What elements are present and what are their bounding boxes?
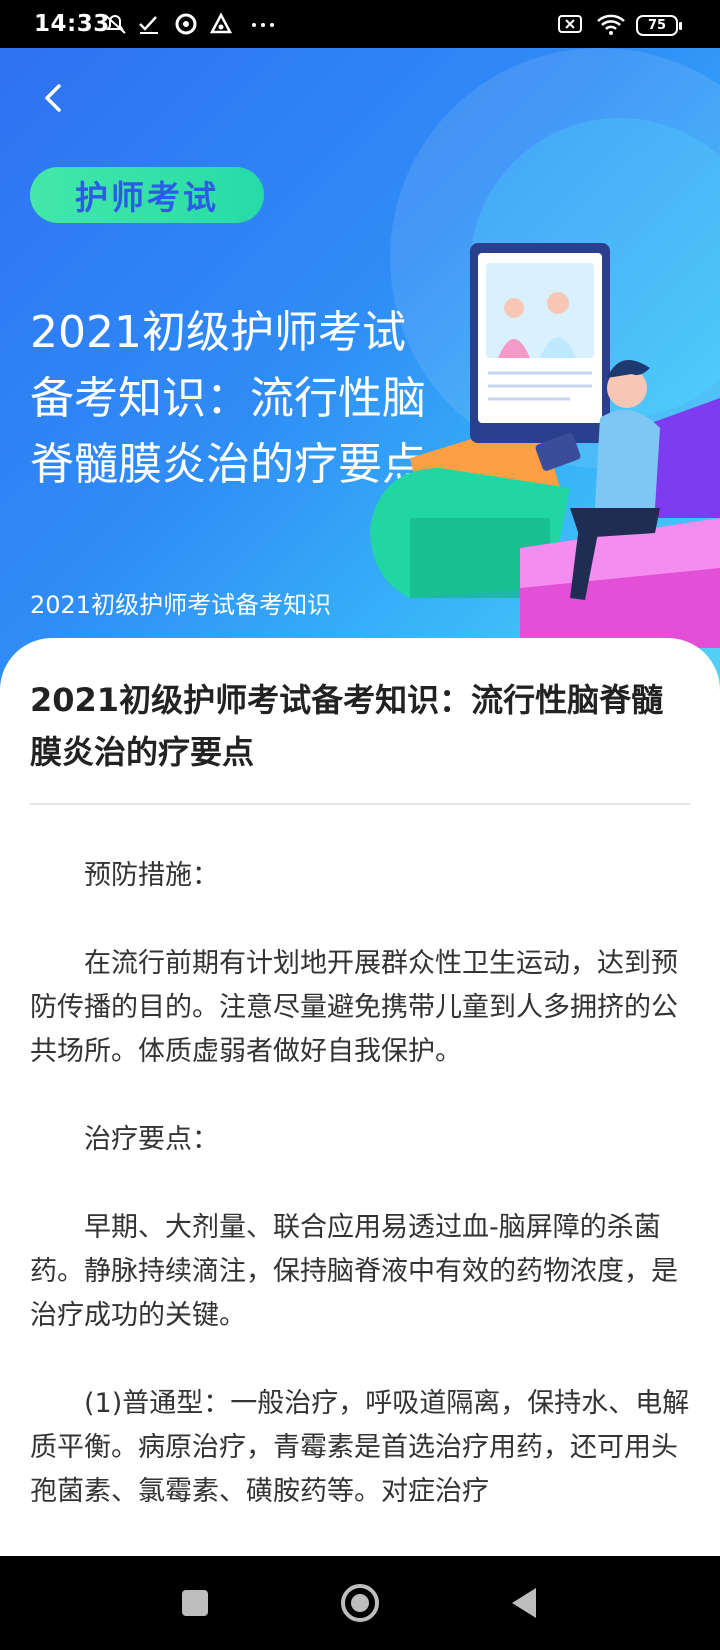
battery-indicator: 75 (636, 15, 682, 36)
muted-notification-icon (104, 14, 126, 34)
paragraph-normal-type: (1)普通型：一般治疗，呼吸道隔离，保持水、电解质平衡。病原治疗，青霉素是首选治… (30, 1388, 690, 1507)
back-triangle-icon[interactable] (502, 1580, 548, 1626)
paragraph-treatment-body: 早期、大剂量、联合应用易透过血-脑屏障的杀菌药。静脉持续滴注，保持脑脊液中有效的… (30, 1212, 678, 1331)
aperture-icon (175, 13, 197, 35)
more-dots-icon (252, 23, 274, 27)
system-nav-bar (0, 1556, 720, 1650)
paragraph-treatment-heading: 治疗要点： (84, 1124, 219, 1155)
paragraph-prevention-heading: 预防措施： (84, 860, 219, 891)
hero-subtitle: 2021初级护师考试备考知识 (30, 591, 332, 619)
sim-off-icon (558, 15, 582, 33)
triangle-app-icon (209, 12, 233, 34)
article-card[interactable]: 2021初级护师考试备考知识：流行性脑脊髓膜炎治的疗要点 预防措施： 在流行前期… (0, 638, 720, 1556)
wifi-icon (597, 14, 625, 35)
status-time: 14:33 (34, 11, 110, 37)
home-circle-icon[interactable] (337, 1580, 383, 1626)
back-button[interactable] (34, 78, 74, 118)
recents-square-icon[interactable] (172, 1580, 218, 1626)
article-title: 2021初级护师考试备考知识：流行性脑脊髓膜炎治的疗要点 (30, 681, 664, 771)
hero-banner: 护师考试 2021初级护师考试备考知识：流行性脑脊髓膜炎治的疗要点 2021初级… (0, 48, 720, 688)
check-icon (139, 16, 158, 34)
title-divider (30, 803, 690, 805)
paragraph-prevention-body: 在流行前期有计划地开展群众性卫生运动，达到预防传播的目的。注意尽量避免携带儿童到… (30, 948, 678, 1067)
status-bar: 14:33 75 (0, 0, 720, 48)
category-tag: 护师考试 (30, 167, 264, 223)
article-content: 预防措施： 在流行前期有计划地开展群众性卫生运动，达到预防传播的目的。注意尽量避… (30, 854, 692, 1556)
nurse-study-illustration (370, 243, 720, 648)
